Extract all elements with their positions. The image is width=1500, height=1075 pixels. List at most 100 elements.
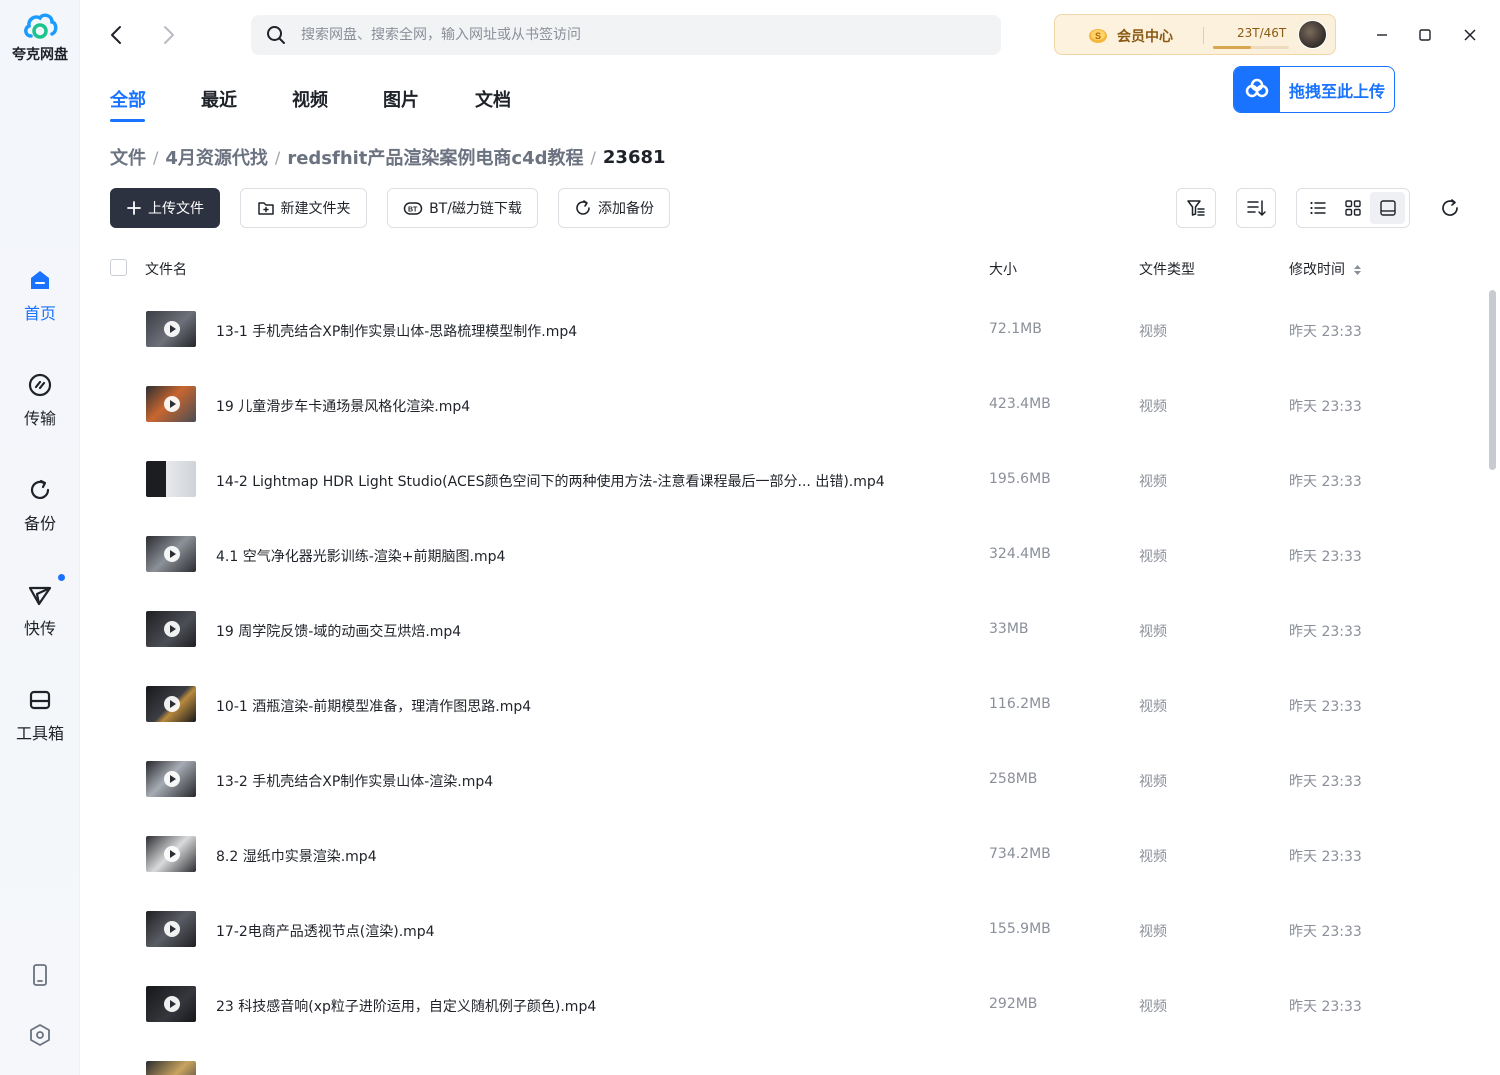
column-type[interactable]: 文件类型 [1139,259,1195,279]
back-button[interactable] [102,20,132,50]
new-folder-label: 新建文件夹 [280,201,351,217]
file-type: 视频 [1139,399,1167,415]
video-thumbnail [146,836,196,872]
breadcrumb-item[interactable]: 4月资源代找 [165,144,268,170]
phone-icon[interactable] [26,961,54,989]
preview-view-button[interactable] [1370,192,1405,224]
filter-icon [1187,200,1205,216]
file-modified: 昨天 23:33 [1289,324,1362,340]
sidebar-item-home[interactable]: 首页 [0,266,80,324]
table-row[interactable]: 17-2电商产品透视节点(渲染).mp4 155.9MB 视频 昨天 23:33 [110,893,1470,968]
video-thumbnail [146,386,196,422]
app-logo[interactable]: 夸克网盘 [0,10,80,64]
close-button[interactable] [1455,20,1485,50]
video-thumbnail [146,1061,196,1075]
chevron-left-icon [111,26,121,44]
play-icon [164,546,180,562]
grid-view-icon [1344,200,1361,216]
file-modified: 昨天 23:33 [1289,474,1362,490]
sidebar-item-backup[interactable]: 备份 [0,476,80,534]
sidebar-item-send[interactable]: 快传 [0,574,80,639]
breadcrumb-separator: / [274,147,281,167]
file-size: 72.1MB [989,321,1042,337]
column-name[interactable]: 文件名 [145,259,187,279]
sort-toggle-icon [1354,265,1362,275]
list-view-button[interactable] [1300,192,1335,224]
send-icon [26,581,54,609]
file-name: 13-2 手机壳结合XP制作实景山体-渲染.mp4 [216,774,494,790]
table-row[interactable]: 10-1 酒瓶渲染-前期模型准备，理清作图思路.mp4 116.2MB 视频 昨… [110,668,1470,743]
vip-center[interactable]: S 会员中心 23T/46T [1054,14,1336,55]
minimize-icon [1377,34,1387,36]
sort-icon [1247,200,1266,216]
upload-file-button[interactable]: 上传文件 [110,188,220,228]
maximize-icon [1419,29,1431,41]
add-backup-button[interactable]: 添加备份 [558,188,670,228]
upload-cloud-icon [1234,67,1280,112]
vip-label: 会员中心 [1117,29,1173,45]
play-icon [164,921,180,937]
file-list: 13-1 手机壳结合XP制作实景山体-思路梳理模型制作.mp4 72.1MB 视… [110,293,1470,1075]
refresh-icon [1442,199,1458,216]
file-size: 116.2MB [989,696,1051,712]
forward-button[interactable] [153,20,183,50]
tab-image[interactable]: 图片 [383,86,419,112]
table-row[interactable]: 8.2 湿纸巾实景渲染.mp4 734.2MB 视频 昨天 23:33 [110,818,1470,893]
table-row[interactable]: 14-2 Lightmap HDR Light Studio(ACES颜色空间下… [110,443,1470,518]
breadcrumb-current: 23681 [602,146,666,168]
settings-icon[interactable] [26,1021,54,1049]
tab-all[interactable]: 全部 [110,86,146,112]
select-all-checkbox[interactable] [110,259,127,276]
file-size: 734.2MB [989,846,1051,862]
maximize-button[interactable] [1410,20,1440,50]
file-name: 23 科技感音响(xp粒子进阶运用，自定义随机例子颜色).mp4 [216,999,597,1015]
play-icon [164,321,180,337]
breadcrumb: 文件 / 4月资源代找 / redsfhit产品渲染案例电商c4d教程 / 23… [110,144,666,170]
tab-recent[interactable]: 最近 [201,86,237,112]
table-row[interactable]: 4.1 空气净化器光影训练-渲染+前期脑图.mp4 324.4MB 视频 昨天 … [110,518,1470,593]
minimize-button[interactable] [1367,20,1397,50]
filter-button[interactable] [1176,188,1216,228]
table-row[interactable]: 23 科技感音响(xp粒子进阶运用，自定义随机例子颜色).mp4 292MB 视… [110,968,1470,1043]
table-row[interactable]: 19 儿童滑步车卡通场景风格化渲染.mp4 423.4MB 视频 昨天 23:3… [110,368,1470,443]
table-row[interactable]: 13-1 手机壳结合XP制作实景山体-思路梳理模型制作.mp4 72.1MB 视… [110,293,1470,368]
file-name: 19 周学院反馈-域的动画交互烘焙.mp4 [216,624,462,640]
refresh-button[interactable] [1436,194,1464,222]
sidebar-item-label: 备份 [23,514,56,533]
file-name: 13-1 手机壳结合XP制作实景山体-思路梳理模型制作.mp4 [216,324,578,340]
video-thumbnail [146,686,196,722]
search-icon [265,24,287,46]
breadcrumb-item[interactable]: redsfhit产品渲染案例电商c4d教程 [287,144,583,170]
tab-video[interactable]: 视频 [292,86,328,112]
file-type: 视频 [1139,849,1167,865]
preview-view-icon [1379,200,1396,216]
bt-download-button[interactable]: BT BT/磁力链下载 [387,188,538,228]
tab-document[interactable]: 文档 [475,86,511,112]
svg-text:S: S [1095,31,1101,41]
sidebar-item-transfer[interactable]: 传输 [0,371,80,429]
file-size: 423.4MB [989,396,1051,412]
column-modified[interactable]: 修改时间 [1289,259,1362,279]
cloud-logo-icon [24,13,58,39]
search-input[interactable] [301,27,961,43]
scrollbar[interactable] [1489,290,1496,470]
avatar[interactable] [1298,20,1327,49]
play-icon [164,621,180,637]
grid-view-button[interactable] [1335,192,1370,224]
table-row[interactable]: 13-2 手机壳结合XP制作实景山体-渲染.mp4 258MB 视频 昨天 23… [110,743,1470,818]
chevron-right-icon [164,26,174,44]
breadcrumb-item[interactable]: 文件 [110,144,146,170]
search-bar[interactable] [251,15,1001,55]
sort-button[interactable] [1236,188,1276,228]
drag-upload-button[interactable]: 拖拽至此上传 [1233,66,1395,113]
new-folder-button[interactable]: 新建文件夹 [240,188,367,228]
list-view-icon [1309,201,1326,215]
svg-text:BT: BT [408,207,418,214]
column-size[interactable]: 大小 [989,259,1017,279]
table-row[interactable]: 19 周学院反馈-域的动画交互烘焙.mp4 33MB 视频 昨天 23:33 [110,593,1470,668]
file-modified: 昨天 23:33 [1289,624,1362,640]
file-type: 视频 [1139,699,1167,715]
sidebar-item-toolbox[interactable]: 工具箱 [0,686,80,744]
file-modified: 昨天 23:33 [1289,699,1362,715]
table-row-partial[interactable] [110,1043,1470,1075]
